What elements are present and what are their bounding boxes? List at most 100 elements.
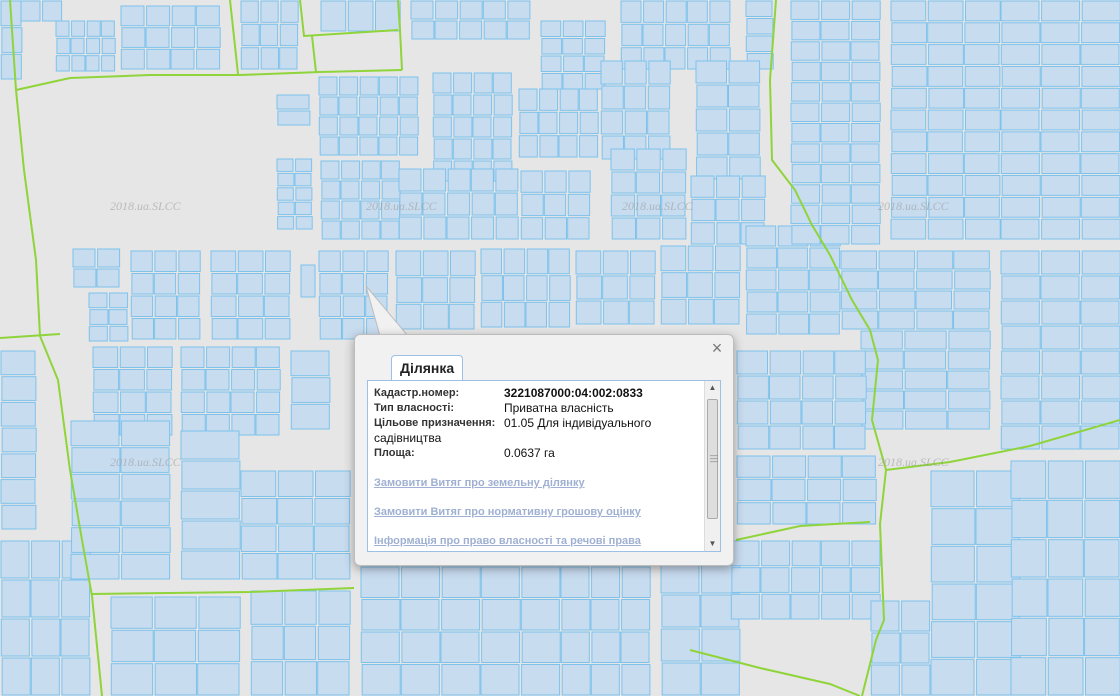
parcel[interactable]	[314, 553, 351, 580]
parcel[interactable]	[1011, 499, 1048, 539]
parcel[interactable]	[447, 192, 471, 216]
parcel[interactable]	[1047, 460, 1084, 499]
parcel[interactable]	[341, 200, 361, 220]
parcel[interactable]	[255, 346, 280, 368]
parcel[interactable]	[450, 250, 476, 277]
parcel[interactable]	[802, 350, 835, 375]
parcel[interactable]	[338, 96, 358, 116]
parcel[interactable]	[120, 500, 170, 527]
parcel[interactable]	[526, 248, 549, 275]
parcel[interactable]	[661, 272, 688, 298]
parcel[interactable]	[821, 204, 851, 225]
parcel[interactable]	[361, 220, 381, 240]
parcel[interactable]	[890, 153, 927, 174]
parcel[interactable]	[820, 61, 850, 82]
parcel[interactable]	[434, 20, 458, 40]
parcel[interactable]	[878, 270, 915, 290]
parcel[interactable]	[399, 192, 423, 216]
parcel[interactable]	[410, 0, 434, 20]
parcel[interactable]	[1040, 66, 1080, 87]
parcel[interactable]	[628, 300, 655, 325]
parcel[interactable]	[1085, 460, 1120, 499]
parcel[interactable]	[277, 172, 295, 187]
parcel[interactable]	[870, 664, 900, 696]
parcel[interactable]	[820, 540, 850, 567]
parcel[interactable]	[746, 313, 777, 335]
parcel[interactable]	[1080, 87, 1120, 109]
parcel[interactable]	[495, 168, 519, 192]
parcel[interactable]	[178, 318, 201, 340]
parcel[interactable]	[154, 596, 197, 629]
parcel[interactable]	[110, 663, 154, 696]
parcel[interactable]	[518, 135, 538, 158]
parcel[interactable]	[447, 168, 471, 192]
parcel[interactable]	[197, 663, 240, 696]
parcel[interactable]	[294, 201, 312, 216]
parcel[interactable]	[1081, 22, 1120, 44]
parcel[interactable]	[821, 0, 851, 20]
parcel[interactable]	[1081, 275, 1120, 300]
parcel[interactable]	[834, 350, 866, 375]
parcel[interactable]	[340, 220, 360, 240]
parcel[interactable]	[610, 194, 636, 217]
parcel[interactable]	[602, 250, 629, 275]
parcel[interactable]	[381, 180, 401, 200]
parcel[interactable]	[277, 498, 313, 525]
parcel[interactable]	[97, 248, 121, 268]
parcel[interactable]	[820, 163, 850, 184]
parcel[interactable]	[520, 170, 543, 193]
parcel[interactable]	[591, 566, 621, 598]
parcel[interactable]	[441, 566, 481, 598]
parcel[interactable]	[728, 108, 761, 132]
parcel[interactable]	[130, 295, 154, 317]
parcel[interactable]	[947, 350, 991, 370]
parcel[interactable]	[821, 102, 851, 122]
parcel[interactable]	[518, 88, 538, 111]
parcel[interactable]	[1, 453, 37, 479]
parcel[interactable]	[821, 184, 851, 204]
parcel[interactable]	[1010, 460, 1047, 499]
parcel[interactable]	[737, 375, 769, 400]
parcel[interactable]	[120, 391, 146, 413]
parcel[interactable]	[709, 0, 731, 23]
parcel[interactable]	[904, 390, 947, 410]
parcel[interactable]	[964, 22, 1001, 44]
parcel[interactable]	[1081, 109, 1120, 131]
parcel[interactable]	[807, 478, 842, 502]
parcel[interactable]	[891, 131, 928, 153]
parcel[interactable]	[965, 109, 1001, 131]
parcel[interactable]	[1041, 153, 1081, 174]
parcel[interactable]	[821, 143, 851, 163]
parcel[interactable]	[259, 23, 279, 47]
parcel[interactable]	[953, 310, 990, 330]
parcel[interactable]	[315, 470, 351, 497]
parcel[interactable]	[519, 111, 539, 135]
parcel[interactable]	[470, 168, 494, 192]
parcel[interactable]	[317, 661, 350, 696]
parcel[interactable]	[170, 48, 195, 70]
parcel[interactable]	[295, 187, 313, 201]
parcel[interactable]	[716, 222, 741, 245]
parcel[interactable]	[121, 527, 171, 553]
parcel[interactable]	[890, 44, 927, 65]
parcel[interactable]	[790, 0, 820, 20]
parcel[interactable]	[820, 123, 850, 143]
parcel[interactable]	[1040, 131, 1080, 153]
parcel[interactable]	[623, 85, 647, 110]
parcel[interactable]	[930, 545, 975, 583]
parcel[interactable]	[250, 590, 283, 625]
parcel[interactable]	[453, 72, 473, 94]
parcel[interactable]	[791, 20, 821, 41]
parcel[interactable]	[361, 599, 401, 631]
parcel[interactable]	[620, 0, 642, 23]
parcel[interactable]	[745, 225, 777, 247]
parcel[interactable]	[1000, 300, 1040, 325]
parcel[interactable]	[647, 85, 671, 110]
parcel[interactable]	[178, 250, 201, 272]
parcel[interactable]	[1001, 275, 1041, 300]
parcel[interactable]	[263, 295, 290, 317]
parcel[interactable]	[196, 48, 221, 70]
parcel[interactable]	[319, 318, 343, 340]
parcel[interactable]	[480, 566, 520, 598]
parcel[interactable]	[100, 20, 115, 37]
